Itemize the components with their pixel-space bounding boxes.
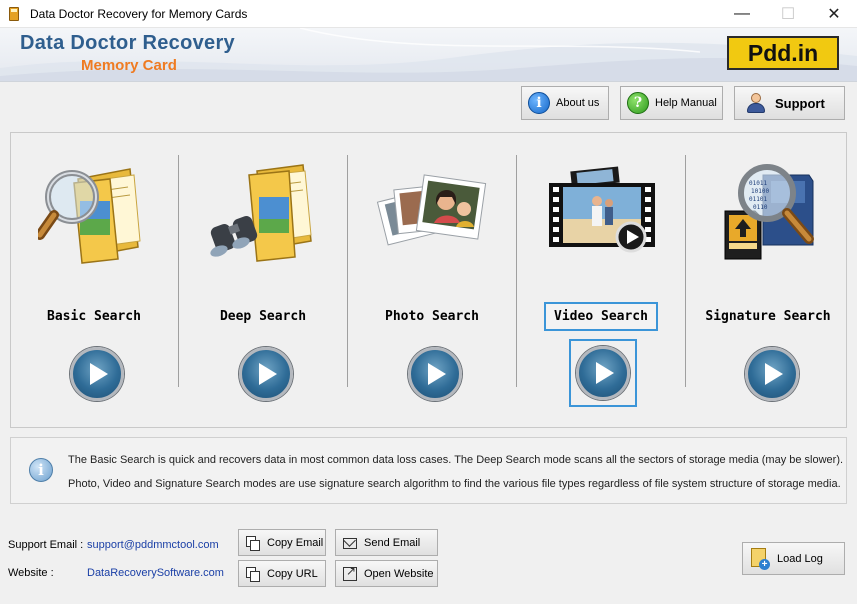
svg-text:0110: 0110 [753,204,768,211]
signature-search-label: Signature Search [705,308,831,324]
minimize-button[interactable]: — [719,0,765,28]
copy-url-button[interactable]: Copy URL [238,560,326,587]
info-text-line-1: The Basic Search is quick and recovers d… [68,454,844,466]
load-log-label: Load Log [777,552,823,565]
search-modes-panel: Basic Search Deep Search Photo Search Vi… [10,132,847,428]
photos-icon[interactable] [376,161,488,265]
search-mode-video: Video Search [518,133,684,429]
maximize-button[interactable]: ☐ [765,0,811,28]
info-icon: i [29,458,53,482]
send-email-button[interactable]: Send Email [335,529,438,556]
window-title: Data Doctor Recovery for Memory Cards [30,6,248,21]
basic-search-play-button[interactable] [69,346,125,402]
memory-card-magnifier-icon[interactable]: 0101110100011010110 [709,161,821,265]
about-us-label: About us [556,97,600,109]
photo-search-label: Photo Search [385,308,479,324]
main-area: Basic Search Deep Search Photo Search Vi… [0,124,857,604]
info-icon: i [528,92,550,114]
signature-search-play-button[interactable] [744,346,800,402]
search-mode-basic: Basic Search [11,133,177,429]
play-icon [259,363,277,385]
close-button[interactable]: ✕ [811,0,857,28]
copy-icon [246,566,260,582]
load-log-button[interactable]: + Load Log [742,542,845,575]
website-link[interactable]: DataRecoverySoftware.com [87,567,224,579]
window-controls: — ☐ ✕ [719,0,857,28]
title-bar: Data Doctor Recovery for Memory Cards — … [0,0,857,28]
play-icon [765,363,783,385]
video-search-play-button[interactable] [569,339,637,407]
support-email-link[interactable]: support@pddmmctool.com [87,539,219,551]
send-email-label: Send Email [364,536,421,549]
top-toolbar: i About us ? Help Manual Support [0,82,857,124]
copy-email-label: Copy Email [267,536,324,549]
column-divider [347,155,348,387]
help-manual-label: Help Manual [655,97,717,109]
external-link-icon [343,564,357,581]
magnifier-folder-icon[interactable] [38,161,150,265]
website-label: Website : [8,567,54,579]
deep-search-play-button[interactable] [238,346,294,402]
support-email-label: Support Email : [8,539,84,551]
help-icon: ? [627,92,649,114]
play-icon [428,363,446,385]
search-mode-deep: Deep Search [180,133,346,429]
brand-title: Data Doctor Recovery [20,32,235,54]
binoculars-folder-icon[interactable] [207,161,319,265]
brand-subtitle: Memory Card [81,57,177,74]
play-icon [596,362,614,384]
deep-search-label: Deep Search [219,308,307,324]
about-us-button[interactable]: i About us [521,86,609,120]
svg-text:10100: 10100 [751,188,769,195]
support-label: Support [775,95,825,111]
column-divider [178,155,179,387]
copy-url-label: Copy URL [267,567,318,580]
svg-text:01101: 01101 [749,196,767,203]
envelope-icon [343,537,357,549]
video-search-label: Video Search [518,301,684,331]
film-strip-icon[interactable] [545,161,657,265]
support-button[interactable]: Support [734,86,845,120]
basic-search-label: Basic Search [47,308,141,324]
play-icon [90,363,108,385]
log-file-icon: + [751,547,770,570]
help-manual-button[interactable]: ? Help Manual [620,86,723,120]
search-mode-photo: Photo Search [349,133,515,429]
svg-text:01011: 01011 [749,180,767,187]
search-mode-signature: 01011 10100 01101 0110 Signature Search [682,133,848,429]
open-website-label: Open Website [364,567,434,580]
photo-search-play-button[interactable] [407,346,463,402]
app-memory-card-icon [6,6,22,22]
header-banner: Data Doctor Recovery Memory Card Pdd.in [0,28,857,82]
column-divider [516,155,517,387]
info-text-line-2: Photo, Video and Signature Search modes … [68,478,841,490]
copy-icon [246,535,260,551]
brand-logo: Pdd.in [727,36,839,70]
copy-email-button[interactable]: Copy Email [238,529,326,556]
info-panel: i The Basic Search is quick and recovers… [10,437,847,504]
open-website-button[interactable]: Open Website [335,560,438,587]
user-icon [745,92,767,114]
